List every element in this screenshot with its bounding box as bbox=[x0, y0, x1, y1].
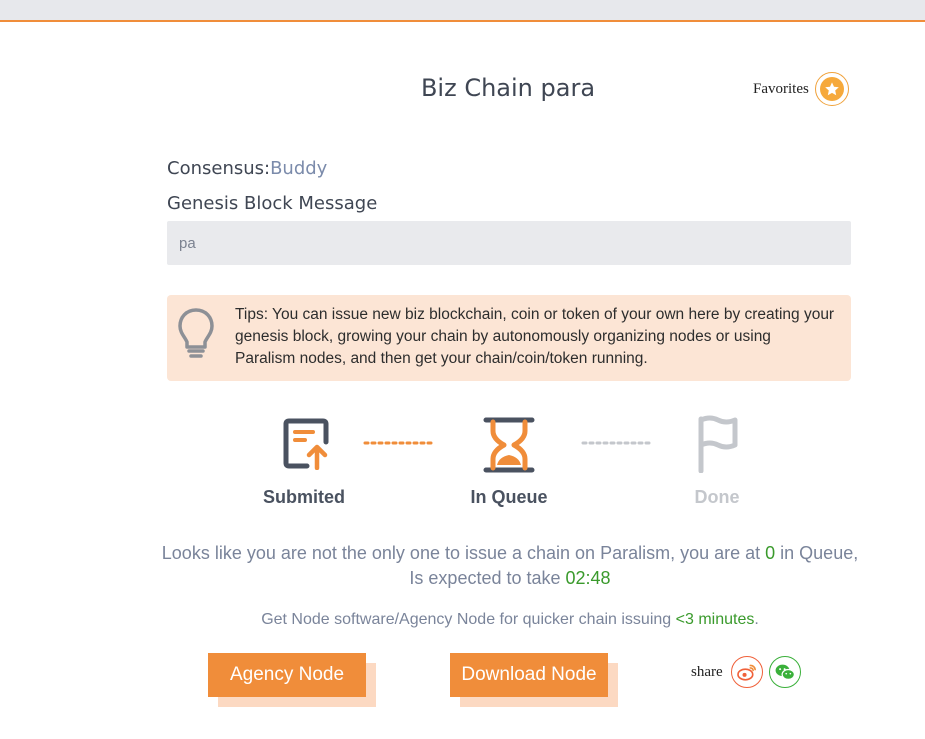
wechat-icon bbox=[775, 664, 795, 680]
step-in-queue-label: In Queue bbox=[470, 487, 548, 507]
tips-box: Tips: You can issue new biz blockchain, … bbox=[167, 295, 851, 381]
node-hint-suffix: . bbox=[754, 611, 759, 628]
favorites[interactable]: Favorites bbox=[753, 72, 849, 106]
genesis-block-message-field[interactable] bbox=[167, 221, 851, 265]
step-done-label: Done bbox=[694, 487, 740, 507]
step-submited-icon bbox=[283, 418, 331, 474]
step-submited-label: Submited bbox=[262, 487, 345, 507]
weibo-icon bbox=[736, 664, 756, 681]
step-done-icon bbox=[696, 415, 740, 477]
download-node-button[interactable]: Download Node bbox=[450, 653, 608, 697]
step-in-queue-icon bbox=[483, 417, 535, 477]
favorites-button[interactable] bbox=[814, 72, 849, 106]
wechat-share-button[interactable] bbox=[768, 656, 801, 688]
queue-message: Looks like you are not the only one to i… bbox=[160, 541, 860, 591]
favorites-label: Favorites bbox=[753, 80, 809, 97]
star-icon bbox=[819, 77, 844, 101]
consensus-value: Buddy bbox=[270, 158, 328, 179]
share-label: share bbox=[691, 663, 723, 680]
tips-text: Tips: You can issue new biz blockchain, … bbox=[235, 306, 835, 367]
top-bar bbox=[0, 0, 925, 22]
genesis-block-label: Genesis Block Message bbox=[167, 193, 378, 214]
consensus: Consensus:Buddy bbox=[167, 158, 327, 179]
weibo-share-button[interactable] bbox=[730, 656, 763, 688]
lightbulb-icon bbox=[177, 307, 215, 365]
node-hint: Get Node software/Agency Node for quicke… bbox=[160, 611, 860, 629]
node-hint-text: Get Node software/Agency Node for quicke… bbox=[261, 611, 676, 628]
queue-message-part1: Looks like you are not the only one to i… bbox=[161, 543, 766, 563]
hourglass-icon bbox=[483, 417, 535, 473]
consensus-label: Consensus: bbox=[167, 158, 271, 179]
step-connector-1 bbox=[363, 441, 435, 445]
queue-position: 0 bbox=[765, 543, 776, 563]
document-upload-icon bbox=[283, 418, 329, 471]
agency-node-button[interactable]: Agency Node bbox=[208, 653, 366, 697]
share-bar: share bbox=[691, 656, 801, 688]
node-hint-highlight: <3 minutes bbox=[675, 611, 755, 628]
step-connector-2 bbox=[581, 441, 653, 445]
queue-expected-time: 02:48 bbox=[565, 568, 611, 588]
flag-icon bbox=[698, 415, 738, 474]
